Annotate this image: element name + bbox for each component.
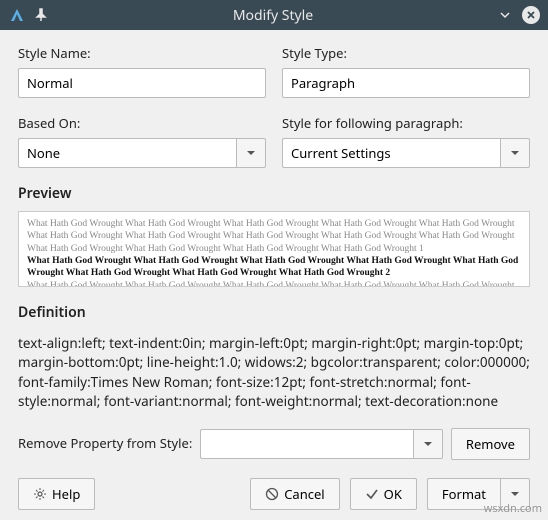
cancel-button-label: Cancel bbox=[284, 485, 324, 503]
remove-button[interactable]: Remove bbox=[451, 428, 530, 460]
help-icon bbox=[33, 487, 47, 501]
help-button[interactable]: Help bbox=[18, 478, 95, 510]
following-paragraph-dropdown-button[interactable] bbox=[500, 138, 530, 168]
definition-text: text-align:left; text-indent:0in; margin… bbox=[18, 334, 530, 412]
definition-header: Definition bbox=[18, 303, 530, 322]
preview-header: Preview bbox=[18, 184, 530, 203]
pin-icon[interactable] bbox=[34, 8, 48, 22]
cancel-button[interactable]: Cancel bbox=[250, 478, 339, 510]
preview-gray-text2: What Hath God Wrought What Hath God Wrou… bbox=[27, 281, 515, 287]
ok-button[interactable]: OK bbox=[350, 478, 417, 510]
preview-box: What Hath God Wrought What Hath God Wrou… bbox=[18, 211, 530, 287]
style-name-label: Style Name: bbox=[18, 44, 266, 62]
help-button-label: Help bbox=[52, 485, 80, 503]
style-type-label: Style Type: bbox=[282, 44, 530, 62]
following-paragraph-select[interactable] bbox=[282, 138, 500, 168]
app-icon bbox=[8, 6, 26, 24]
based-on-dropdown-button[interactable] bbox=[236, 138, 266, 168]
preview-bold-text: What Hath God Wrought What Hath God Wrou… bbox=[27, 256, 518, 278]
based-on-label: Based On: bbox=[18, 114, 266, 132]
remove-property-label: Remove Property from Style: bbox=[18, 434, 192, 452]
based-on-select[interactable] bbox=[18, 138, 236, 168]
window-title: Modify Style bbox=[56, 6, 490, 25]
style-type-input[interactable] bbox=[282, 68, 530, 98]
minimize-icon[interactable] bbox=[498, 8, 512, 22]
close-icon[interactable] bbox=[522, 6, 540, 24]
cancel-icon bbox=[265, 487, 279, 501]
titlebar: Modify Style bbox=[0, 0, 548, 30]
remove-property-select[interactable] bbox=[200, 429, 413, 459]
style-name-input[interactable] bbox=[18, 68, 266, 98]
following-paragraph-label: Style for following paragraph: bbox=[282, 114, 530, 132]
watermark: wsxdn.com bbox=[484, 501, 542, 516]
check-icon bbox=[365, 487, 379, 501]
ok-button-label: OK bbox=[384, 485, 402, 503]
preview-gray-text: What Hath God Wrought What Hath God Wrou… bbox=[27, 219, 515, 254]
remove-property-dropdown-button[interactable] bbox=[413, 429, 443, 459]
